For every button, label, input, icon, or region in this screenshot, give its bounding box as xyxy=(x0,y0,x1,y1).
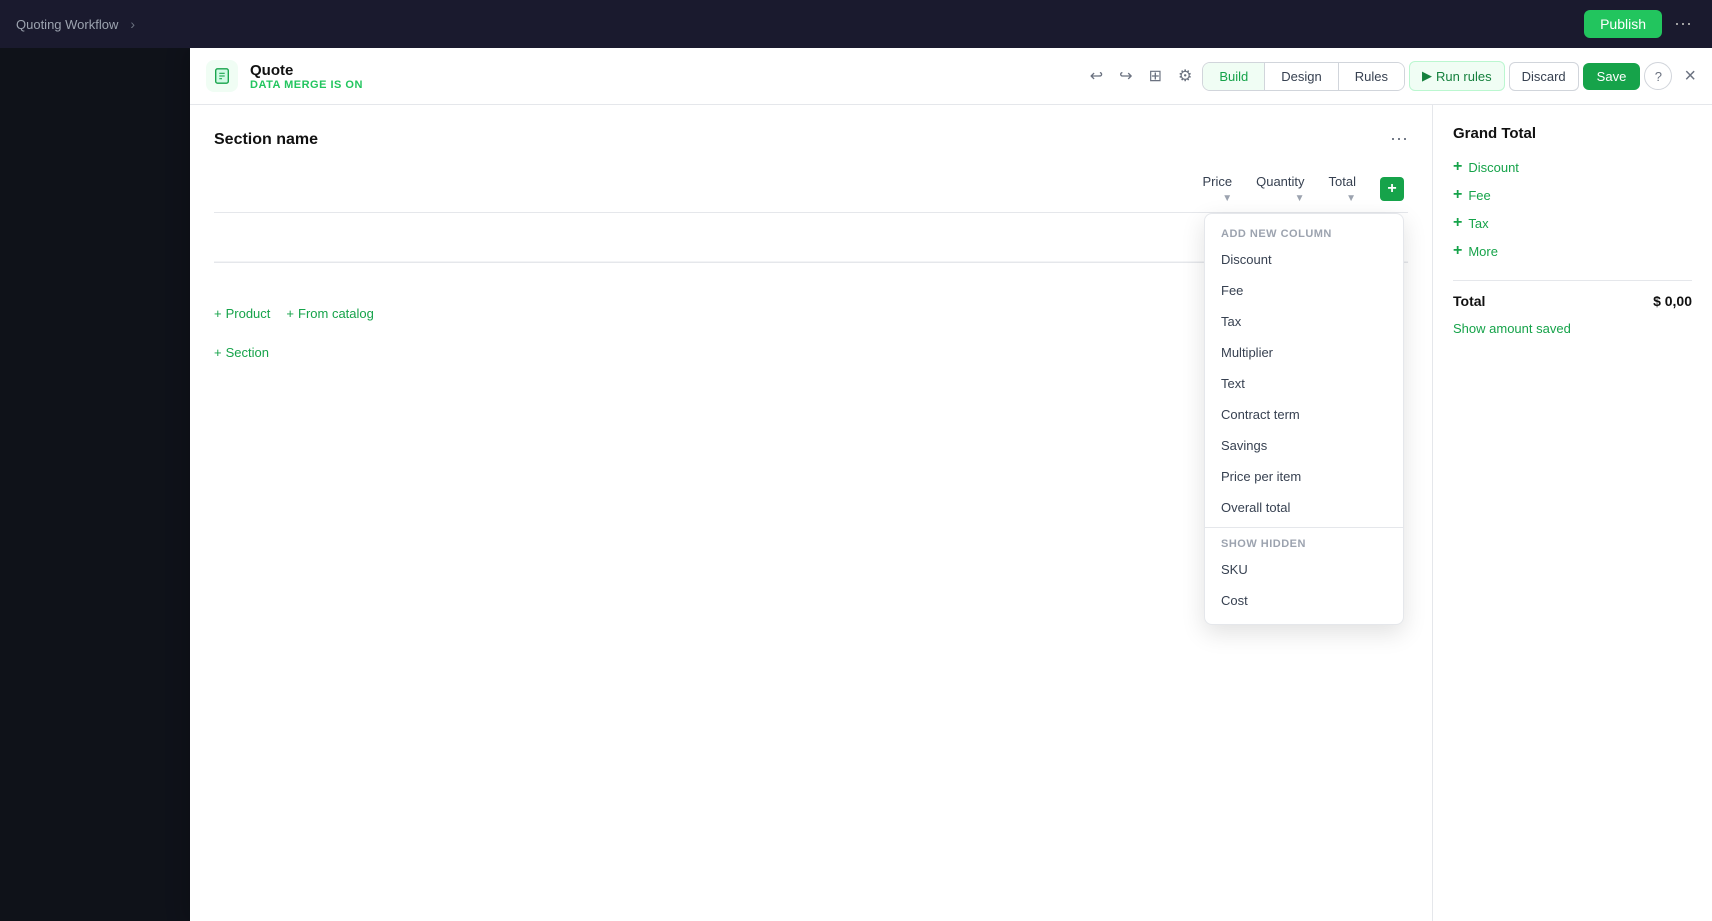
discard-button[interactable]: Discard xyxy=(1509,62,1579,91)
dropdown-item-savings[interactable]: Savings xyxy=(1205,430,1403,461)
modal-body: Section name ⋯ Price ▼ Quantity ▼ xyxy=(190,105,1712,921)
col-header-add: + ADD NEW COLUMN Discount Fee Tax Multip… xyxy=(1368,166,1408,213)
design-tab[interactable]: Design xyxy=(1265,63,1338,90)
more-options-button[interactable]: ⋯ xyxy=(1670,8,1696,41)
run-rules-label: Run rules xyxy=(1436,69,1492,84)
dropdown-item-fee[interactable]: Fee xyxy=(1205,275,1403,306)
modal-toolbar: ↩ ↪ ⊞ ⚙ Build Design Rules ▶ Run rules D… xyxy=(1084,60,1696,92)
add-from-catalog-plus-icon: + xyxy=(286,306,294,321)
discount-plus-icon: + xyxy=(1453,158,1462,176)
dropdown-item-price-per-item[interactable]: Price per item xyxy=(1205,461,1403,492)
section-menu-button[interactable]: ⋯ xyxy=(1390,129,1408,150)
add-section-plus-icon: + xyxy=(214,345,222,360)
top-bar-right: Publish ⋯ xyxy=(1584,8,1696,41)
run-rules-icon: ▶ xyxy=(1422,68,1432,84)
modal-title: Quote xyxy=(250,62,1072,79)
undo-button[interactable]: ↩ xyxy=(1084,60,1109,92)
dropdown-item-multiplier[interactable]: Multiplier xyxy=(1205,337,1403,368)
dropdown-item-sku[interactable]: SKU xyxy=(1205,554,1403,585)
top-bar: Quoting Workflow › Publish ⋯ xyxy=(0,0,1712,48)
dropdown-item-cost[interactable]: Cost xyxy=(1205,585,1403,616)
add-column-dropdown: + ADD NEW COLUMN Discount Fee Tax Multip… xyxy=(1380,177,1404,201)
tax-plus-icon: + xyxy=(1453,214,1462,232)
dropdown-item-overall-total[interactable]: Overall total xyxy=(1205,492,1403,523)
grand-total-items: + Discount + Fee + Tax + More xyxy=(1453,158,1692,260)
total-sort-icon[interactable]: ▼ xyxy=(1346,193,1356,204)
dropdown-divider xyxy=(1205,527,1403,528)
settings-button[interactable]: ⚙ xyxy=(1172,60,1198,92)
col-header-quantity: Quantity ▼ xyxy=(1244,166,1316,213)
price-sort-icon[interactable]: ▼ xyxy=(1222,193,1232,204)
add-from-catalog-button[interactable]: + From catalog xyxy=(286,306,373,321)
publish-button[interactable]: Publish xyxy=(1584,10,1662,38)
show-amount-saved-button[interactable]: Show amount saved xyxy=(1453,321,1571,336)
section-title: Section name xyxy=(214,131,318,149)
modal-subtitle: DATA MERGE IS ON xyxy=(250,79,1072,91)
tax-label: Tax xyxy=(1468,216,1488,231)
total-value: $ 0,00 xyxy=(1653,293,1692,309)
qty-sort-icon[interactable]: ▼ xyxy=(1295,193,1305,204)
quote-icon xyxy=(206,60,238,92)
modal-header: Quote DATA MERGE IS ON ↩ ↪ ⊞ ⚙ Build Des… xyxy=(190,48,1712,105)
grand-total-item-more[interactable]: + More xyxy=(1453,242,1692,260)
add-section-button[interactable]: + Section xyxy=(214,345,269,360)
section-header: Section name ⋯ xyxy=(214,129,1408,150)
add-column-menu: ADD NEW COLUMN Discount Fee Tax Multipli… xyxy=(1204,213,1404,625)
right-panel: Grand Total + Discount + Fee + Tax + Mor… xyxy=(1432,105,1712,921)
grand-total-item-discount[interactable]: + Discount xyxy=(1453,158,1692,176)
total-row: Total $ 0,00 xyxy=(1453,280,1692,309)
discount-label: Discount xyxy=(1468,160,1519,175)
workflow-link[interactable]: Quoting Workflow xyxy=(16,17,118,32)
arrow-separator: › xyxy=(130,16,135,32)
dropdown-item-contract-term[interactable]: Contract term xyxy=(1205,399,1403,430)
add-section-label: Section xyxy=(226,345,269,360)
build-tab[interactable]: Build xyxy=(1203,63,1265,90)
quote-table: Price ▼ Quantity ▼ Total ▼ xyxy=(214,166,1408,262)
add-product-label: Product xyxy=(226,306,271,321)
grand-total-item-fee[interactable]: + Fee xyxy=(1453,186,1692,204)
dropdown-item-text[interactable]: Text xyxy=(1205,368,1403,399)
rules-tab[interactable]: Rules xyxy=(1339,63,1404,90)
col-header-total: Total ▼ xyxy=(1317,166,1368,213)
more-plus-icon: + xyxy=(1453,242,1462,260)
more-label: More xyxy=(1468,244,1498,259)
grand-total-title: Grand Total xyxy=(1453,125,1692,142)
grand-total-item-tax[interactable]: + Tax xyxy=(1453,214,1692,232)
stack-button[interactable]: ⊞ xyxy=(1143,60,1168,92)
help-button[interactable]: ? xyxy=(1644,62,1672,90)
cell-name xyxy=(214,213,1190,262)
top-bar-left: Quoting Workflow › xyxy=(16,16,139,32)
add-product-button[interactable]: + Product xyxy=(214,306,270,321)
dropdown-item-discount[interactable]: Discount xyxy=(1205,244,1403,275)
run-rules-button[interactable]: ▶ Run rules xyxy=(1409,61,1505,91)
dropdown-item-tax[interactable]: Tax xyxy=(1205,306,1403,337)
col-header-price: Price ▼ xyxy=(1190,166,1244,213)
add-from-catalog-label: From catalog xyxy=(298,306,374,321)
redo-button[interactable]: ↪ xyxy=(1113,60,1138,92)
total-label: Total xyxy=(1453,293,1485,309)
main-content: Section name ⋯ Price ▼ Quantity ▼ xyxy=(190,105,1432,921)
quote-modal: Quote DATA MERGE IS ON ↩ ↪ ⊞ ⚙ Build Des… xyxy=(190,48,1712,921)
add-product-plus-icon: + xyxy=(214,306,222,321)
modal-title-block: Quote DATA MERGE IS ON xyxy=(250,62,1072,91)
dropdown-hidden-label: SHOW HIDDEN xyxy=(1205,532,1403,554)
sidebar-dim xyxy=(0,48,190,921)
save-button[interactable]: Save xyxy=(1583,63,1641,90)
fee-plus-icon: + xyxy=(1453,186,1462,204)
col-header-spacer xyxy=(214,166,1190,213)
add-column-button[interactable]: + xyxy=(1380,177,1404,201)
fee-label: Fee xyxy=(1468,188,1490,203)
view-toolbar-group: Build Design Rules xyxy=(1202,62,1405,91)
dropdown-section-label: ADD NEW COLUMN xyxy=(1205,222,1403,244)
close-button[interactable]: × xyxy=(1684,65,1696,88)
